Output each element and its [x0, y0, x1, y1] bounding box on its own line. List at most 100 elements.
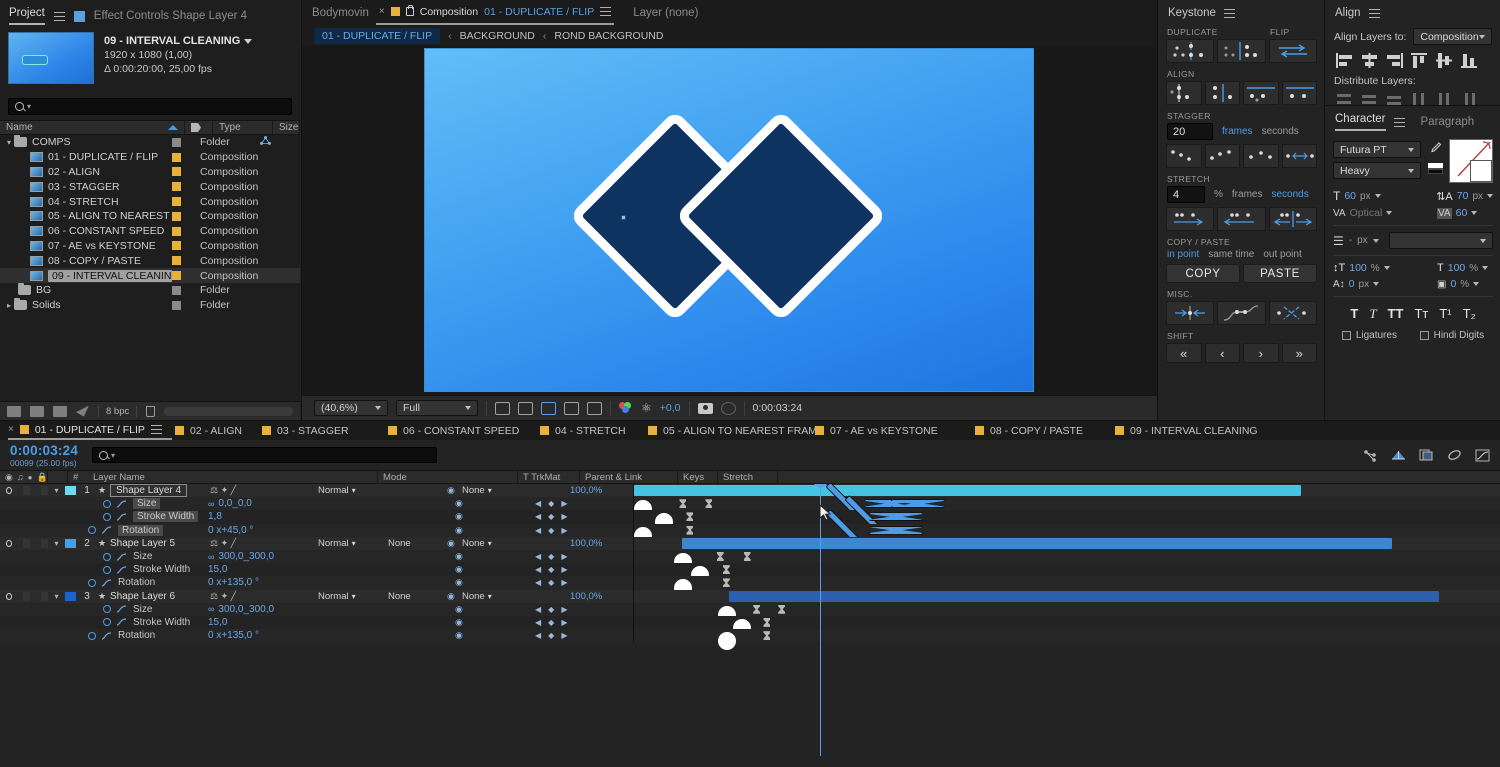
property-pickwhip-icon[interactable]: ◉	[455, 511, 463, 522]
next-keyframe-icon[interactable]: ▶	[561, 552, 567, 561]
tab-project[interactable]: Project	[9, 7, 45, 25]
resolution-select[interactable]: Full	[396, 400, 478, 416]
timeline-property-row[interactable]: Stroke Width15,0◉◀◆▶	[0, 563, 1500, 576]
layer-switches[interactable]: ⚖ ✦ ╱	[210, 591, 236, 602]
audio-toggle[interactable]	[23, 539, 30, 548]
region-of-interest-icon[interactable]	[495, 402, 510, 415]
chevron-down-icon[interactable]	[1471, 211, 1477, 215]
property-value[interactable]: 1,8	[208, 511, 222, 522]
zoom-level-select[interactable]: (40,6%)	[314, 400, 388, 416]
property-name[interactable]: Rotation	[118, 630, 155, 641]
tab-character[interactable]: Character	[1335, 113, 1386, 131]
video-toggle-icon[interactable]	[6, 593, 12, 600]
keyframe-navigator[interactable]: ◀◆▶	[535, 552, 567, 561]
project-item-label-color[interactable]	[172, 197, 200, 206]
eyedropper-icon[interactable]	[1429, 141, 1442, 158]
close-icon[interactable]: ×	[8, 424, 14, 435]
project-item-label-color[interactable]	[172, 271, 200, 280]
stopwatch-icon[interactable]	[103, 605, 111, 613]
align-top-icon[interactable]	[1409, 51, 1430, 70]
disclosure-triangle-icon[interactable]: ▾	[0, 138, 14, 147]
layer-label-color[interactable]	[65, 486, 76, 495]
layer-parent[interactable]: None▾	[462, 538, 492, 549]
faux-bold-button[interactable]: T	[1350, 306, 1358, 321]
shift-first-button[interactable]: «	[1166, 343, 1202, 363]
align-left-button[interactable]	[1166, 81, 1202, 105]
stretch-left-button[interactable]	[1217, 207, 1265, 231]
keyframe-marker[interactable]	[763, 631, 770, 640]
keyframe-marker[interactable]	[723, 565, 730, 574]
project-item[interactable]: ▸SolidsFolder	[0, 298, 300, 313]
timeline-property-row[interactable]: Size∞300,0_300,0◉◀◆▶	[0, 550, 1500, 563]
layer-switches[interactable]: ⚖ ✦ ╱	[210, 485, 236, 496]
new-comp-icon[interactable]	[7, 406, 21, 417]
parent-link-header[interactable]: Parent & Link	[580, 471, 678, 483]
stopwatch-icon[interactable]	[103, 553, 111, 561]
next-keyframe-icon[interactable]: ▶	[561, 631, 567, 640]
disclosure-triangle-icon[interactable]: ▾	[48, 592, 65, 601]
prev-keyframe-icon[interactable]: ◀	[535, 526, 541, 535]
tab-layer[interactable]: Layer (none)	[633, 7, 698, 19]
stagger-spread-button[interactable]	[1282, 144, 1318, 168]
exposure-value[interactable]: +0,0	[660, 402, 681, 414]
align-menu-icon[interactable]	[1369, 9, 1380, 18]
tab-align[interactable]: Align	[1335, 7, 1361, 19]
current-time-display[interactable]: 0:00:03:24 00099 (25.00 fps)	[0, 443, 90, 468]
ligatures-checkbox[interactable]: Ligatures	[1342, 330, 1397, 341]
project-item-label-color[interactable]	[172, 182, 200, 191]
solo-toggle[interactable]	[41, 486, 48, 495]
guides-icon[interactable]	[587, 402, 602, 415]
stopwatch-icon[interactable]	[103, 618, 111, 626]
property-name[interactable]: Rotation	[118, 577, 155, 588]
add-keyframe-icon[interactable]: ◆	[548, 552, 554, 561]
disclosure-triangle-icon[interactable]: ▸	[0, 286, 18, 295]
font-size-field[interactable]: T 60 px	[1333, 189, 1389, 203]
prev-keyframe-icon[interactable]: ◀	[535, 578, 541, 587]
chevron-down-icon[interactable]	[1373, 282, 1379, 286]
keyframe-navigator[interactable]: ◀◆▶	[535, 499, 567, 508]
composition-canvas[interactable]	[424, 48, 1034, 392]
stretch-value-input[interactable]: 4	[1167, 186, 1205, 203]
property-name[interactable]: Rotation	[118, 525, 163, 536]
graph-editor-toggle-icon[interactable]	[116, 605, 127, 613]
paste-button[interactable]: PASTE	[1243, 264, 1317, 283]
add-keyframe-icon[interactable]: ◆	[548, 578, 554, 587]
hindi-digits-checkbox[interactable]: Hindi Digits	[1420, 330, 1485, 341]
project-item[interactable]: 08 - COPY / PASTEComposition	[0, 253, 300, 268]
graph-editor-toggle-icon[interactable]	[116, 553, 127, 561]
chevron-down-icon[interactable]	[1386, 211, 1392, 215]
keyframe-marker[interactable]	[744, 552, 751, 561]
chevron-down-icon[interactable]	[1373, 239, 1379, 243]
shift-prev-button[interactable]: ‹	[1205, 343, 1241, 363]
breadcrumb-item[interactable]: BACKGROUND	[460, 30, 535, 42]
layer-switches[interactable]: ⚖ ✦ ╱	[210, 538, 236, 549]
timeline-tab[interactable]: 03 - STAGGER	[262, 421, 359, 440]
timeline-tab[interactable]: ×01 - DUPLICATE / FLIP	[8, 421, 172, 440]
stopwatch-icon[interactable]	[88, 579, 96, 587]
property-name[interactable]: Stroke Width	[133, 564, 190, 575]
close-icon[interactable]: ×	[379, 6, 385, 17]
horizontal-scale-field[interactable]: T 100 %	[1437, 262, 1493, 274]
graph-editor-toggle-icon[interactable]	[116, 618, 127, 626]
property-pickwhip-icon[interactable]: ◉	[455, 525, 463, 536]
keyframe-navigator[interactable]: ◀◆▶	[535, 605, 567, 614]
property-pickwhip-icon[interactable]: ◉	[455, 551, 463, 562]
timeline-tab[interactable]: 04 - STRETCH	[540, 421, 636, 440]
layer-trkmat[interactable]: None	[388, 591, 411, 602]
add-keyframe-icon[interactable]: ◆	[548, 605, 554, 614]
keys-header[interactable]: Keys	[678, 471, 718, 483]
stopwatch-icon[interactable]	[88, 526, 96, 534]
stagger-unit-seconds[interactable]: seconds	[1262, 126, 1299, 137]
property-pickwhip-icon[interactable]: ◉	[455, 564, 463, 575]
layer-duration-bar[interactable]	[729, 591, 1439, 602]
sort-ascending-icon[interactable]	[168, 125, 178, 130]
align-vertical-button[interactable]	[1205, 81, 1241, 105]
project-item[interactable]: 06 - CONSTANT SPEEDComposition	[0, 224, 300, 239]
prev-keyframe-icon[interactable]: ◀	[535, 565, 541, 574]
composition-viewer[interactable]	[302, 46, 1157, 395]
align-left-icon[interactable]	[1334, 51, 1355, 70]
project-item-label-color[interactable]	[172, 256, 200, 265]
channel-rgb-icon[interactable]	[619, 402, 633, 414]
add-keyframe-icon[interactable]: ◆	[548, 631, 554, 640]
project-item[interactable]: 09 - INTERVAL CLEANINGComposition	[0, 268, 300, 283]
